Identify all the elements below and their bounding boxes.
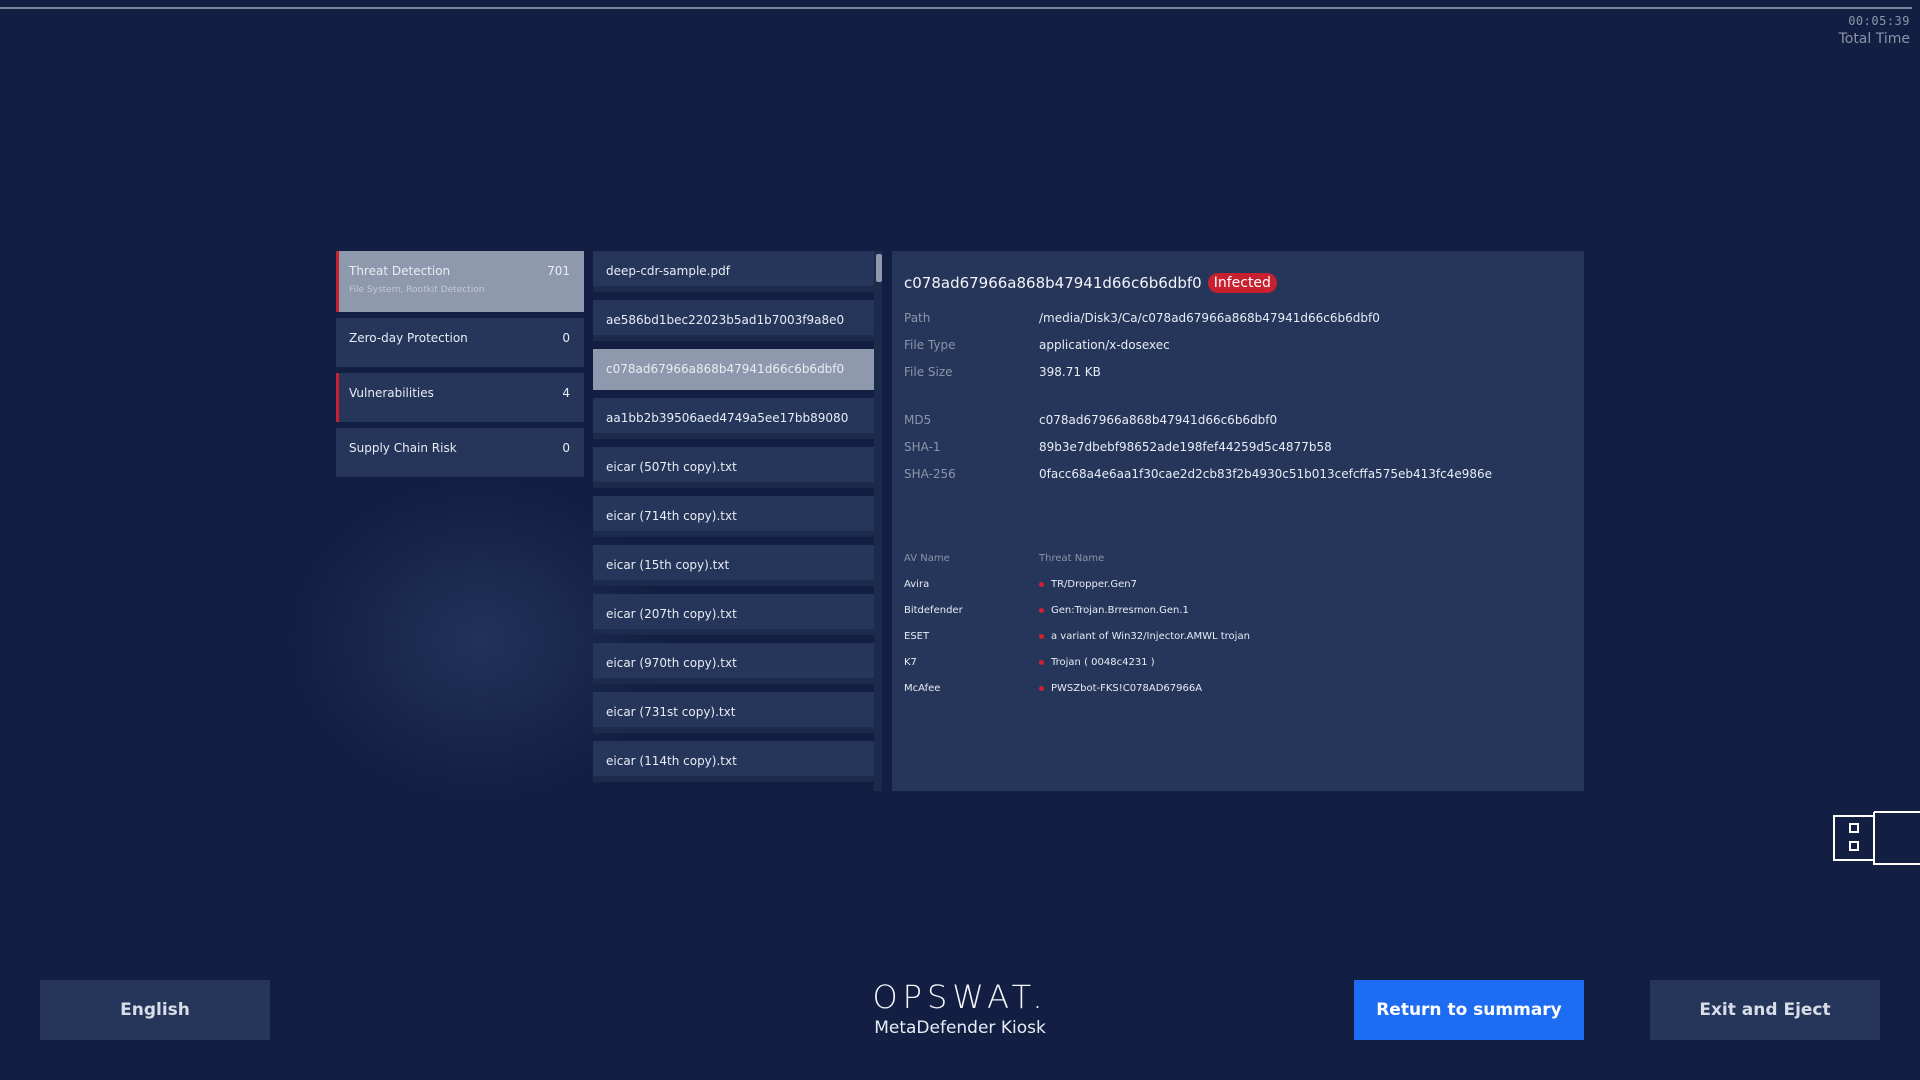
av-name-header: AV Name: [904, 553, 950, 564]
scrollbar-track[interactable]: [874, 251, 882, 791]
file-item[interactable]: eicar (970th copy).txt: [593, 643, 874, 684]
category-list: Threat Detection 701 File System, Rootki…: [336, 251, 584, 483]
threat-dot-icon: [1039, 608, 1044, 613]
file-size-value: 398.71 KB: [1039, 365, 1101, 379]
threat-dot-icon: [1039, 686, 1044, 691]
file-item-selected[interactable]: c078ad67966a868b47941d66c6b6dbf0: [593, 349, 874, 390]
file-item[interactable]: eicar (507th copy).txt: [593, 447, 874, 488]
av-name: McAfee: [904, 683, 941, 694]
threat-name: PWSZbot-FKS!C078AD67966A: [1051, 683, 1203, 694]
av-name: Bitdefender: [904, 605, 963, 616]
av-name: K7: [904, 657, 917, 668]
av-name: Avira: [904, 579, 930, 590]
av-name: ESET: [904, 631, 930, 642]
sha256-value: 0facc68a4e6aa1f30cae2d2cb83f2b4930c51b01…: [1039, 467, 1492, 481]
threat-name: Gen:Trojan.Brresmon.Gen.1: [1051, 605, 1189, 616]
threat-dot-icon: [1039, 634, 1044, 639]
file-item[interactable]: eicar (114th copy).txt: [593, 741, 874, 782]
file-item[interactable]: aa1bb2b39506aed4749a5ee17bb89080: [593, 398, 874, 439]
file-item[interactable]: eicar (207th copy).txt: [593, 594, 874, 635]
category-count: 701: [547, 264, 570, 278]
md5-label: MD5: [904, 413, 932, 427]
category-subtitle: File System, Rootkit Detection: [349, 285, 485, 295]
status-badge: Infected: [1207, 273, 1277, 293]
av-table-header: AV Name Threat Name: [904, 553, 1572, 564]
threat-name: TR/Dropper.Gen7: [1051, 579, 1137, 590]
usb-drive-icon: [1833, 811, 1920, 865]
product-name: MetaDefender Kiosk: [874, 1018, 1046, 1038]
category-count: 0: [562, 331, 570, 345]
file-type-row: File Type application/x-dosexec: [904, 338, 1572, 352]
timer-label: Total Time: [1838, 31, 1910, 47]
category-label: Vulnerabilities: [349, 386, 434, 400]
threat-name: Trojan ( 0048c4231 ): [1051, 657, 1155, 668]
path-label: Path: [904, 311, 931, 325]
av-row: ESET a variant of Win32/Injector.AMWL tr…: [904, 631, 1572, 642]
threat-dot-icon: [1039, 660, 1044, 665]
file-item[interactable]: eicar (731st copy).txt: [593, 692, 874, 733]
sha1-value: 89b3e7dbebf98652ade198fef44259d5c4877b58: [1039, 440, 1332, 454]
logo: OPSWAT. MetaDefender Kiosk: [860, 978, 1060, 1038]
category-count: 0: [562, 441, 570, 455]
language-button[interactable]: English: [40, 980, 270, 1040]
category-label: Zero-day Protection: [349, 331, 468, 345]
return-to-summary-button[interactable]: Return to summary: [1354, 980, 1584, 1040]
threat-dot-icon: [1039, 582, 1044, 587]
file-type-value: application/x-dosexec: [1039, 338, 1170, 352]
av-row: Avira TR/Dropper.Gen7: [904, 579, 1572, 590]
scrollbar-thumb[interactable]: [876, 254, 882, 282]
file-size-row: File Size 398.71 KB: [904, 365, 1572, 379]
brand-logo: OPSWAT.: [872, 978, 1048, 1016]
sha256-row: SHA-256 0facc68a4e6aa1f30cae2d2cb83f2b49…: [904, 467, 1572, 481]
sha256-label: SHA-256: [904, 467, 956, 481]
file-item[interactable]: eicar (714th copy).txt: [593, 496, 874, 537]
category-count: 4: [562, 386, 570, 400]
threat-name-header: Threat Name: [1039, 553, 1105, 564]
av-row: McAfee PWSZbot-FKS!C078AD67966A: [904, 683, 1572, 694]
md5-value: c078ad67966a868b47941d66c6b6dbf0: [1039, 413, 1278, 427]
category-vulnerabilities[interactable]: Vulnerabilities 4: [336, 373, 584, 422]
path-row: Path /media/Disk3/Ca/c078ad67966a868b479…: [904, 311, 1572, 325]
sha1-label: SHA-1: [904, 440, 941, 454]
detail-filename: c078ad67966a868b47941d66c6b6dbf0: [904, 274, 1202, 292]
file-item[interactable]: eicar (15th copy).txt: [593, 545, 874, 586]
detail-title: c078ad67966a868b47941d66c6b6dbf0 Infecte…: [904, 273, 1572, 293]
av-row: Bitdefender Gen:Trojan.Brresmon.Gen.1: [904, 605, 1572, 616]
threat-name: a variant of Win32/Injector.AMWL trojan: [1051, 631, 1250, 642]
timer: 00:05:39 Total Time: [1839, 14, 1910, 47]
av-row: K7 Trojan ( 0048c4231 ): [904, 657, 1572, 668]
file-size-label: File Size: [904, 365, 953, 379]
category-threat-detection[interactable]: Threat Detection 701 File System, Rootki…: [336, 251, 584, 312]
exit-and-eject-button[interactable]: Exit and Eject: [1650, 980, 1880, 1040]
file-type-label: File Type: [904, 338, 956, 352]
file-item[interactable]: deep-cdr-sample.pdf: [593, 251, 874, 292]
category-label: Threat Detection: [349, 264, 451, 278]
category-zero-day-protection[interactable]: Zero-day Protection 0: [336, 318, 584, 367]
category-supply-chain-risk[interactable]: Supply Chain Risk 0: [336, 428, 584, 477]
path-value: /media/Disk3/Ca/c078ad67966a868b47941d66…: [1039, 311, 1380, 325]
file-list: deep-cdr-sample.pdf ae586bd1bec22023b5ad…: [593, 251, 882, 791]
category-label: Supply Chain Risk: [349, 441, 457, 455]
sha1-row: SHA-1 89b3e7dbebf98652ade198fef44259d5c4…: [904, 440, 1572, 454]
file-detail-panel: c078ad67966a868b47941d66c6b6dbf0 Infecte…: [892, 251, 1584, 791]
timer-value: 00:05:39: [1848, 14, 1910, 28]
md5-row: MD5 c078ad67966a868b47941d66c6b6dbf0: [904, 413, 1572, 427]
file-item[interactable]: ae586bd1bec22023b5ad1b7003f9a8e0: [593, 300, 874, 341]
top-progress-line: [0, 7, 1912, 9]
